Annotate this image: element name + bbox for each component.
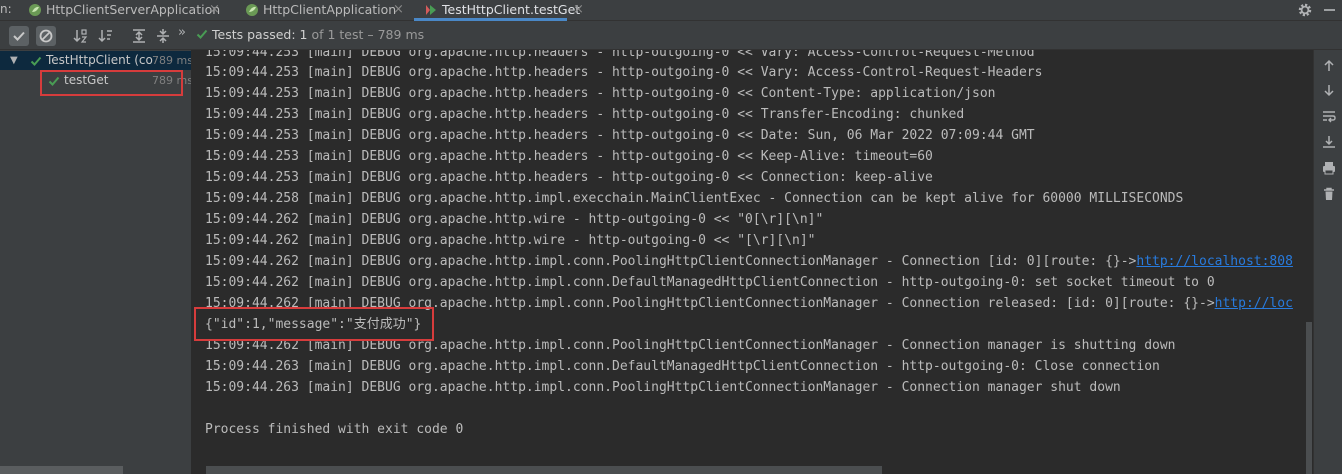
console-horizontal-scrollbar[interactable] [206,466,882,474]
tree-horizontal-scrollbar[interactable] [0,466,123,474]
print-icon[interactable] [1321,160,1337,176]
test-tree: ▼ TestHttpClient (co 789 ms testGet 789 … [0,50,193,474]
console-line: 15:09:44.262 [main] DEBUG org.apache.htt… [205,251,1293,272]
down-arrow-icon[interactable] [1321,82,1337,98]
tab-label: TestHttpClient.testGet [442,2,581,17]
console-line: 15:09:44.253 [main] DEBUG org.apache.htt… [205,128,1035,143]
show-ignored-button[interactable] [36,26,56,46]
sort-alphabetically-icon[interactable] [71,26,91,46]
tab-label: HttpClientServerApplication [46,2,221,17]
test-status: Tests passed: 1 of 1 test – 789 ms [196,27,424,43]
console-vertical-scrollbar[interactable] [1306,322,1312,474]
minimize-icon[interactable] [1324,9,1335,11]
console-line: 15:09:44.253 [main] DEBUG org.apache.htt… [205,149,933,164]
console-line: 15:09:44.263 [main] DEBUG org.apache.htt… [205,359,1160,374]
show-passed-button[interactable] [9,26,29,46]
spring-boot-icon [29,4,41,16]
annotation-highlight-box [194,307,434,341]
expand-arrow-icon[interactable]: ▼ [10,51,18,70]
console-line-text: 15:09:44.262 [main] DEBUG org.apache.htt… [205,254,1137,269]
expand-all-icon[interactable] [129,26,149,46]
check-icon [196,29,208,39]
status-summary: of 1 test – 789 ms [307,27,425,42]
status-passed-text: Tests passed: [212,27,300,42]
console-line: 15:09:44.253 [main] DEBUG org.apache.htt… [205,65,1043,80]
localhost-link[interactable]: http://localhost:808 [1136,254,1293,269]
close-icon[interactable]: × [209,0,220,19]
show-ignored-icon [39,29,53,43]
tab-label: HttpClientApplication [263,2,397,17]
spring-boot-icon [246,4,258,16]
console-side-toolbar [1313,50,1342,474]
show-passed-icon [13,31,25,41]
sort-by-duration-icon[interactable] [96,26,116,46]
test-run-icon [426,5,436,15]
test-duration: 789 ms [152,54,193,67]
trash-icon[interactable] [1321,186,1337,202]
passed-icon [30,56,42,66]
console-output[interactable]: 15:09:44.253 [main] DEBUG org.apache.htt… [192,50,1312,474]
console-line: 15:09:44.263 [main] DEBUG org.apache.htt… [205,380,1121,395]
up-arrow-icon[interactable] [1321,58,1337,74]
console-line: 15:09:44.262 [main] DEBUG org.apache.htt… [205,212,824,227]
console-line: 15:09:44.262 [main] DEBUG org.apache.htt… [205,275,1215,290]
scroll-to-end-icon[interactable] [1321,134,1337,150]
process-exit-line: Process finished with exit code 0 [205,422,464,437]
console-line: 15:09:44.253 [main] DEBUG org.apache.htt… [205,170,933,185]
close-icon[interactable]: × [393,0,404,19]
collapse-all-icon[interactable] [153,26,173,46]
soft-wrap-icon[interactable] [1321,108,1337,124]
console-line: 15:09:44.262 [main] DEBUG org.apache.htt… [205,233,816,248]
tree-item-testhttpclient[interactable]: ▼ TestHttpClient (co 789 ms [0,51,193,70]
run-label: n: [0,2,12,16]
close-icon[interactable]: × [573,0,584,19]
more-actions-button[interactable]: » [178,25,186,40]
annotation-highlight-box [40,70,183,96]
test-runner-toolbar: » Tests passed: 1 of 1 test – 789 ms [0,21,1342,50]
localhost-link[interactable]: http://loc [1215,296,1293,311]
tree-item-label: TestHttpClient (co [46,53,153,67]
console-line: 15:09:44.258 [main] DEBUG org.apache.htt… [205,191,1184,206]
gear-icon[interactable] [1297,2,1313,18]
run-tool-window-tabs: n: HttpClientServerApplication × HttpCli… [0,0,1342,21]
console-line: 15:09:44.253 [main] DEBUG org.apache.htt… [205,86,996,101]
console-line: 15:09:44.253 [main] DEBUG org.apache.htt… [205,107,965,122]
